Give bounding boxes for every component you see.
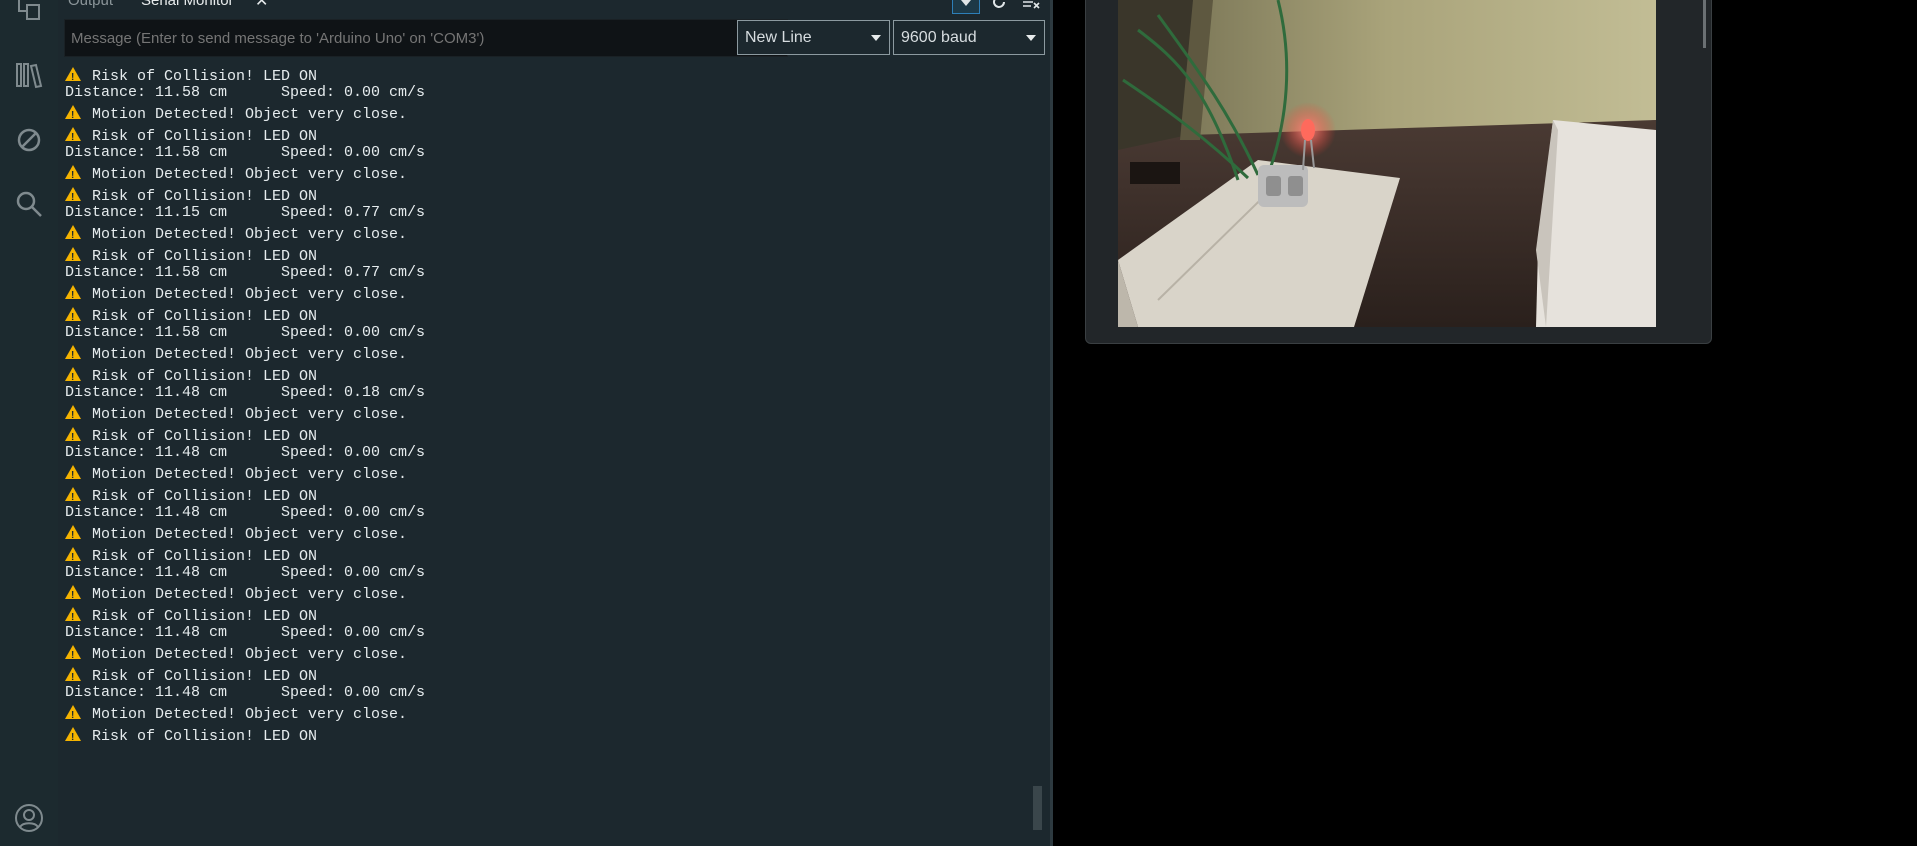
log-warning-line: Motion Detected! Object very close. [65,285,408,306]
warning-icon [65,187,81,208]
warning-icon [65,67,81,88]
warning-icon [65,525,81,546]
warning-icon [65,105,81,126]
log-text: Distance: 11.48 cm Speed: 0.00 cm/s [65,444,426,461]
line-ending-select[interactable]: New Line [737,20,890,55]
warning-icon [65,465,81,486]
log-text: Distance: 11.58 cm Speed: 0.00 cm/s [65,324,426,341]
log-text: Distance: 11.58 cm Speed: 0.77 cm/s [65,264,426,281]
log-warning-line: Motion Detected! Object very close. [65,645,408,666]
account-icon[interactable] [12,801,46,835]
caret-down-icon [871,35,881,41]
tab-serial-monitor[interactable]: Serial Monitor [141,0,234,9]
warning-icon [65,645,81,666]
log-distance-line: Distance: 11.48 cm Speed: 0.00 cm/s [65,623,425,643]
log-text: Distance: 11.48 cm Speed: 0.18 cm/s [65,384,426,401]
warning-icon [65,487,81,508]
log-text: Motion Detected! Object very close. [92,226,408,243]
panel-divider[interactable] [1050,0,1053,846]
log-text: Motion Detected! Object very close. [92,406,408,423]
warning-icon [65,547,81,568]
warning-icon [65,247,81,268]
log-text: Distance: 11.48 cm Speed: 0.00 cm/s [65,564,426,581]
warning-icon [65,405,81,426]
log-warning-line: Motion Detected! Object very close. [65,345,408,366]
log-distance-line: Distance: 11.58 cm Speed: 0.77 cm/s [65,263,425,283]
log-text: Motion Detected! Object very close. [92,286,408,303]
log-text: Distance: 11.48 cm Speed: 0.00 cm/s [65,624,426,641]
log-warning-line: Risk of Collision! LED ON [65,727,318,748]
log-text: Distance: 11.48 cm Speed: 0.00 cm/s [65,504,426,521]
warning-icon [65,367,81,388]
log-distance-line: Distance: 11.58 cm Speed: 0.00 cm/s [65,143,425,163]
warning-icon [65,667,81,688]
log-warning-line: Motion Detected! Object very close. [65,165,408,186]
sketchbook-icon[interactable] [12,0,46,26]
library-manager-icon[interactable] [12,58,46,92]
log-text: Motion Detected! Object very close. [92,166,408,183]
baud-rate-value: 9600 baud [901,28,977,46]
log-warning-line: Motion Detected! Object very close. [65,405,408,426]
log-distance-line: Distance: 11.48 cm Speed: 0.00 cm/s [65,443,425,463]
log-distance-line: Distance: 11.15 cm Speed: 0.77 cm/s [65,203,425,223]
log-text: Motion Detected! Object very close. [92,646,408,663]
log-warning-line: Motion Detected! Object very close. [65,465,408,486]
log-warning-line: Motion Detected! Object very close. [65,225,408,246]
log-distance-line: Distance: 11.48 cm Speed: 0.00 cm/s [65,503,425,523]
warning-icon [65,165,81,186]
clear-output-icon[interactable] [1018,0,1044,12]
caret-down-icon [1026,35,1036,41]
log-warning-line: Motion Detected! Object very close. [65,525,408,546]
debug-icon[interactable] [12,123,46,157]
log-text: Motion Detected! Object very close. [92,706,408,723]
log-distance-line: Distance: 11.58 cm Speed: 0.00 cm/s [65,83,425,103]
panel-tabs: Output Serial Monitor ✕ [58,0,1052,10]
line-ending-value: New Line [745,28,812,46]
log-text: Motion Detected! Object very close. [92,526,408,543]
warning-icon [65,727,81,748]
log-distance-line: Distance: 11.58 cm Speed: 0.00 cm/s [65,323,425,343]
log-text: Motion Detected! Object very close. [92,586,408,603]
log-text: Distance: 11.48 cm Speed: 0.00 cm/s [65,684,426,701]
warning-icon [65,285,81,306]
log-distance-line: Distance: 11.48 cm Speed: 0.00 cm/s [65,563,425,583]
log-text: Motion Detected! Object very close. [92,346,408,363]
log-warning-line: Motion Detected! Object very close. [65,705,408,726]
log-warning-line: Motion Detected! Object very close. [65,105,408,126]
log-text: Motion Detected! Object very close. [92,106,408,123]
camera-image [1118,0,1656,327]
log-text: Risk of Collision! LED ON [92,728,318,745]
warning-icon [65,585,81,606]
autoscroll-icon[interactable] [986,0,1012,12]
log-distance-line: Distance: 11.48 cm Speed: 0.18 cm/s [65,383,425,403]
serial-monitor-panel: Output Serial Monitor ✕ New Line 9600 ba… [58,0,1052,846]
message-input[interactable] [64,19,788,57]
preview-scrollbar[interactable] [1703,0,1706,48]
warning-icon [65,127,81,148]
warning-icon [65,307,81,328]
activity-bar [0,0,58,846]
log-scrollbar[interactable] [1033,786,1042,830]
log-text: Distance: 11.58 cm Speed: 0.00 cm/s [65,144,426,161]
log-text: Motion Detected! Object very close. [92,466,408,483]
warning-icon [65,705,81,726]
warning-icon [65,345,81,366]
chevron-down-icon[interactable] [952,0,980,14]
close-tab-icon[interactable]: ✕ [255,0,268,11]
log-text: Distance: 11.15 cm Speed: 0.77 cm/s [65,204,426,221]
tab-output[interactable]: Output [68,0,113,9]
warning-icon [65,225,81,246]
warning-icon [65,607,81,628]
log-text: Distance: 11.58 cm Speed: 0.00 cm/s [65,84,426,101]
search-icon[interactable] [12,187,46,221]
log-warning-line: Motion Detected! Object very close. [65,585,408,606]
log-distance-line: Distance: 11.48 cm Speed: 0.00 cm/s [65,683,425,703]
warning-icon [65,427,81,448]
baud-rate-select[interactable]: 9600 baud [893,20,1045,55]
panel-toolbar [952,0,1044,14]
